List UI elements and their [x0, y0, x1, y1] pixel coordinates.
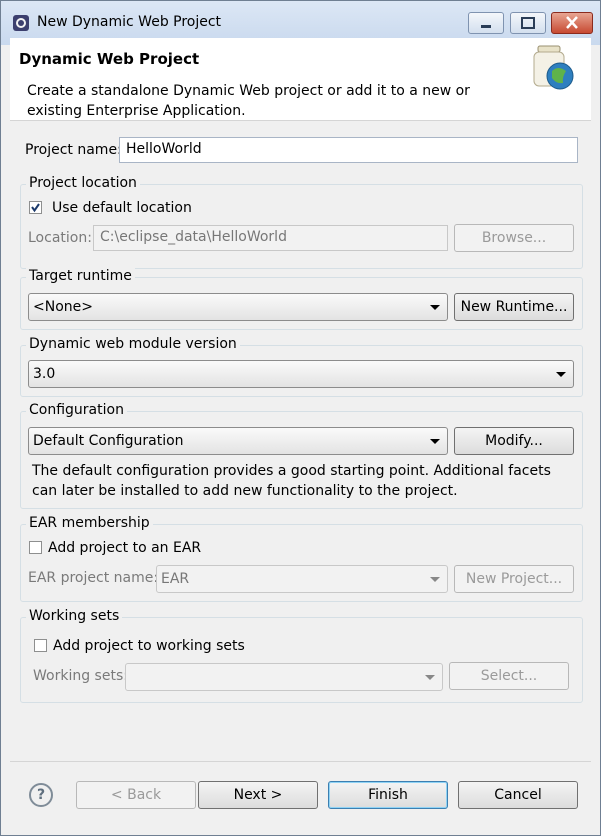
close-button[interactable] [551, 12, 593, 34]
banner-title: Dynamic Web Project [19, 50, 200, 68]
add-to-ear-label: Add project to an EAR [48, 540, 202, 556]
dropdown-arrow-icon [430, 439, 440, 444]
ear-project-name-label: EAR project name: [28, 570, 159, 586]
checkmark-icon [31, 203, 40, 213]
dropdown-arrow-icon [430, 305, 440, 310]
project-location-title: Project location [26, 175, 140, 191]
maximize-button[interactable] [510, 12, 546, 34]
ear-project-name-dropdown[interactable]: EAR [156, 565, 448, 593]
next-button[interactable]: Next > [198, 781, 318, 809]
target-runtime-value: <None> [33, 299, 93, 315]
browse-button[interactable]: Browse... [454, 224, 574, 252]
dropdown-arrow-icon [425, 675, 435, 680]
project-name-label: Project name: [25, 142, 122, 158]
configuration-description: The default configuration provides a goo… [32, 463, 551, 499]
cancel-button[interactable]: Cancel [458, 781, 578, 809]
window-title: New Dynamic Web Project [37, 14, 222, 30]
dropdown-arrow-icon [430, 577, 440, 582]
location-label: Location: [28, 230, 92, 246]
finish-button[interactable]: Finish [328, 781, 448, 809]
dialog-window: New Dynamic Web Project Dynamic Web Proj… [0, 0, 601, 836]
new-project-button[interactable]: New Project... [454, 565, 574, 593]
new-runtime-button[interactable]: New Runtime... [454, 293, 574, 321]
eclipse-app-icon [13, 15, 29, 31]
web-project-jar-icon [533, 45, 574, 90]
modify-button[interactable]: Modify... [454, 427, 574, 455]
configuration-title: Configuration [26, 402, 127, 418]
maximize-icon [521, 17, 535, 29]
help-icon[interactable]: ? [29, 783, 53, 807]
working-sets-label: Working sets: [33, 668, 128, 684]
back-button[interactable]: < Back [76, 781, 196, 809]
configuration-value: Default Configuration [33, 433, 184, 449]
minimize-button[interactable] [468, 12, 504, 34]
working-sets-dropdown[interactable] [125, 663, 443, 691]
project-name-input[interactable]: HelloWorld [119, 137, 578, 163]
use-default-location-checkbox[interactable] [29, 201, 42, 214]
module-version-value: 3.0 [33, 366, 56, 382]
configuration-dropdown[interactable]: Default Configuration [28, 427, 448, 455]
module-version-dropdown[interactable]: 3.0 [28, 360, 574, 388]
location-input[interactable]: C:\eclipse_data\HelloWorld [93, 225, 448, 251]
target-runtime-title: Target runtime [26, 268, 135, 284]
use-default-location-label: Use default location [52, 200, 192, 216]
ear-membership-title: EAR membership [26, 515, 153, 531]
dropdown-arrow-icon [556, 372, 566, 377]
footer-separator [10, 761, 591, 762]
wizard-banner: Dynamic Web Project Create a standalone … [10, 38, 591, 121]
target-runtime-dropdown[interactable]: <None> [28, 293, 448, 321]
close-icon [566, 16, 578, 29]
select-button[interactable]: Select... [449, 662, 569, 690]
add-to-working-sets-label: Add project to working sets [53, 638, 245, 654]
ear-project-name-value: EAR [161, 571, 190, 587]
minimize-icon [481, 25, 491, 28]
add-to-working-sets-checkbox[interactable] [34, 639, 47, 652]
working-sets-title: Working sets [26, 608, 123, 624]
add-to-ear-checkbox[interactable] [29, 541, 42, 554]
banner-description: Create a standalone Dynamic Web project … [27, 83, 470, 119]
module-version-title: Dynamic web module version [26, 336, 240, 352]
